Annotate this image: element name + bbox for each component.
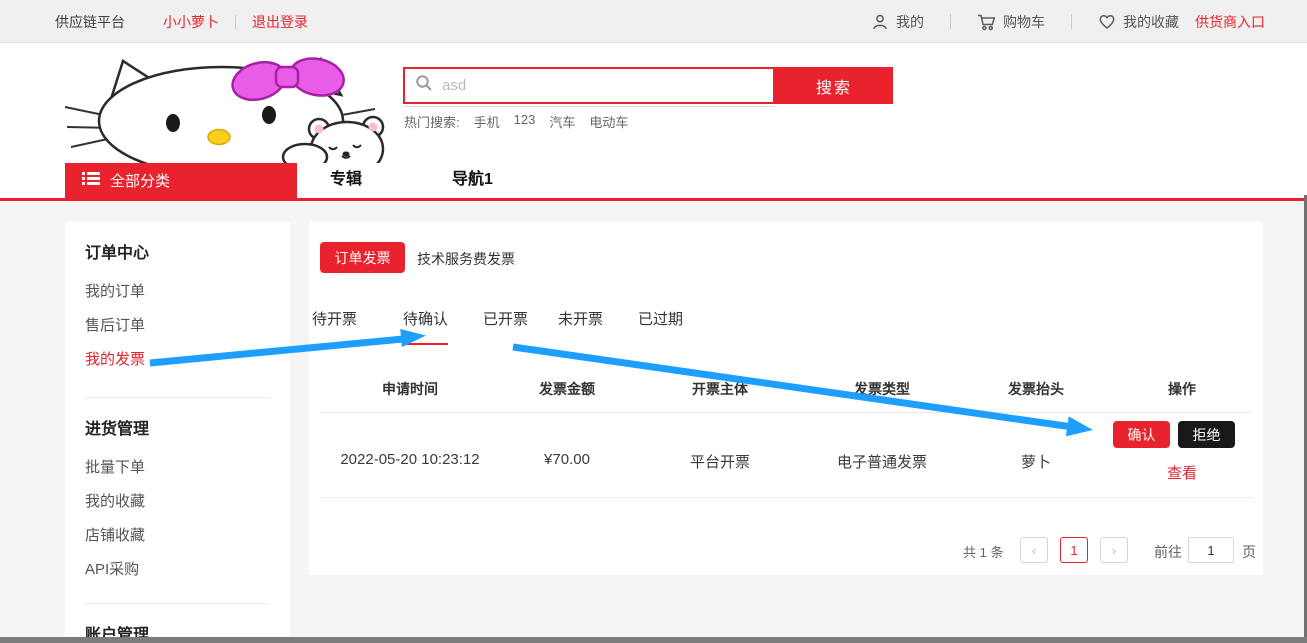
heart-icon	[1098, 13, 1116, 30]
status-tab-expired[interactable]: 已过期	[638, 308, 683, 343]
username-link[interactable]: 小小萝卜	[163, 12, 219, 32]
cell-issuer: 平台开票	[635, 451, 805, 472]
sidebar-item-aftersale-orders[interactable]: 售后订单	[85, 317, 270, 335]
sidebar-title-purchase-mgmt: 进货管理	[85, 420, 270, 439]
divider	[320, 412, 1253, 413]
sidebar-item-my-favorites[interactable]: 我的收藏	[85, 493, 270, 511]
cart-label: 购物车	[1003, 12, 1045, 32]
status-tab-issued[interactable]: 已开票	[483, 308, 528, 343]
sidebar-item-my-orders[interactable]: 我的订单	[85, 283, 270, 301]
divider	[1071, 14, 1072, 29]
cell-apply-time: 2022-05-20 10:23:12	[325, 451, 495, 468]
sidebar: 订单中心 我的订单 售后订单 我的发票 进货管理 批量下单 我的收藏 店铺收藏 …	[65, 222, 290, 643]
column-header-amount: 发票金额	[492, 379, 642, 399]
divider	[85, 397, 270, 398]
column-header-type: 发票类型	[807, 379, 957, 399]
all-categories-label: 全部分类	[110, 170, 170, 191]
all-categories-button[interactable]: 全部分类	[65, 163, 297, 198]
column-header-issuer: 开票主体	[645, 379, 795, 399]
category-list-icon	[82, 171, 100, 190]
pagination-next-button[interactable]: ›	[1100, 537, 1128, 563]
cell-type: 电子普通发票	[797, 451, 967, 472]
header: 搜索 热门搜索: 手机 123 汽车 电动车	[0, 44, 1307, 163]
pagination-goto-input[interactable]	[1188, 537, 1234, 563]
favorites-label: 我的收藏	[1123, 12, 1179, 32]
sidebar-item-api-purchase[interactable]: API采购	[85, 561, 270, 579]
column-header-apply-time: 申请时间	[335, 379, 485, 399]
my-account-link[interactable]: 我的	[871, 12, 924, 32]
tab-order-invoice[interactable]: 订单发票	[320, 242, 405, 273]
site-logo-cat-image[interactable]	[63, 57, 390, 163]
cell-amount: ¥70.00	[482, 451, 652, 468]
search-input[interactable]	[442, 77, 763, 94]
hot-search-row: 热门搜索: 手机 123 汽车 电动车	[404, 112, 628, 131]
sidebar-item-shop-favorites[interactable]: 店铺收藏	[85, 527, 270, 545]
sidebar-title-order-center: 订单中心	[85, 244, 270, 263]
divider	[403, 106, 775, 107]
sidebar-item-my-invoices[interactable]: 我的发票	[85, 351, 270, 369]
person-icon	[871, 13, 889, 31]
cart-icon	[977, 13, 996, 31]
pagination-goto-label: 前往	[1154, 542, 1182, 562]
status-tab-not-issued[interactable]: 未开票	[558, 308, 603, 343]
magnifier-icon	[415, 74, 442, 97]
view-link[interactable]: 查看	[1154, 462, 1210, 483]
favorites-link[interactable]: 我的收藏	[1098, 12, 1179, 32]
invoice-panel: 订单发票 技术服务费发票 待开票 待确认 已开票 未开票 已过期 申请时间 发票…	[309, 222, 1263, 575]
hot-search-item[interactable]: 123	[514, 112, 536, 131]
sidebar-item-bulk-order[interactable]: 批量下单	[85, 459, 270, 477]
divider	[320, 497, 1253, 498]
column-header-title: 发票抬头	[961, 379, 1111, 399]
confirm-button[interactable]: 确认	[1113, 421, 1170, 448]
topbar-right: 我的 购物车 我的收藏 供货商入口	[871, 0, 1265, 43]
divider	[85, 603, 270, 604]
divider	[950, 14, 951, 29]
cart-link[interactable]: 购物车	[977, 12, 1045, 32]
page: 供应链平台 小小萝卜 退出登录 我的 购物车 我的收藏 供货商入口	[0, 0, 1307, 643]
column-header-actions: 操作	[1107, 379, 1257, 399]
topbar: 供应链平台 小小萝卜 退出登录 我的 购物车 我的收藏 供货商入口	[0, 0, 1307, 43]
pagination-page-1[interactable]: 1	[1060, 537, 1088, 563]
hot-search-item[interactable]: 手机	[474, 112, 500, 131]
search-box	[403, 67, 775, 104]
hot-search-label: 热门搜索:	[404, 112, 460, 131]
navbar: 全部分类 专辑 导航1	[0, 163, 1307, 198]
tab-tech-service-invoice[interactable]: 技术服务费发票	[417, 249, 515, 269]
hot-search-item[interactable]: 电动车	[589, 112, 628, 131]
cell-invoice-title: 萝卜	[951, 451, 1121, 472]
window-bottom-edge	[0, 637, 1307, 643]
reject-button[interactable]: 拒绝	[1178, 421, 1235, 448]
pagination-unit-label: 页	[1242, 542, 1256, 562]
hot-search-item[interactable]: 汽车	[549, 112, 575, 131]
search-button[interactable]: 搜索	[775, 67, 893, 104]
my-account-label: 我的	[896, 12, 924, 32]
nav-item-nav1[interactable]: 导航1	[452, 163, 493, 198]
supplier-entry-link[interactable]: 供货商入口	[1195, 12, 1265, 32]
pagination-total: 共 1 条	[963, 542, 1003, 561]
topbar-left: 供应链平台 小小萝卜 退出登录	[55, 0, 308, 43]
divider	[235, 15, 236, 29]
pagination-prev-button[interactable]: ‹	[1020, 537, 1048, 563]
status-tab-pending-confirm[interactable]: 待确认	[403, 308, 448, 345]
logout-link[interactable]: 退出登录	[252, 12, 308, 32]
status-tab-pending-issue[interactable]: 待开票	[312, 308, 357, 343]
brand-title: 供应链平台	[55, 12, 125, 32]
nav-item-album[interactable]: 专辑	[330, 163, 362, 198]
